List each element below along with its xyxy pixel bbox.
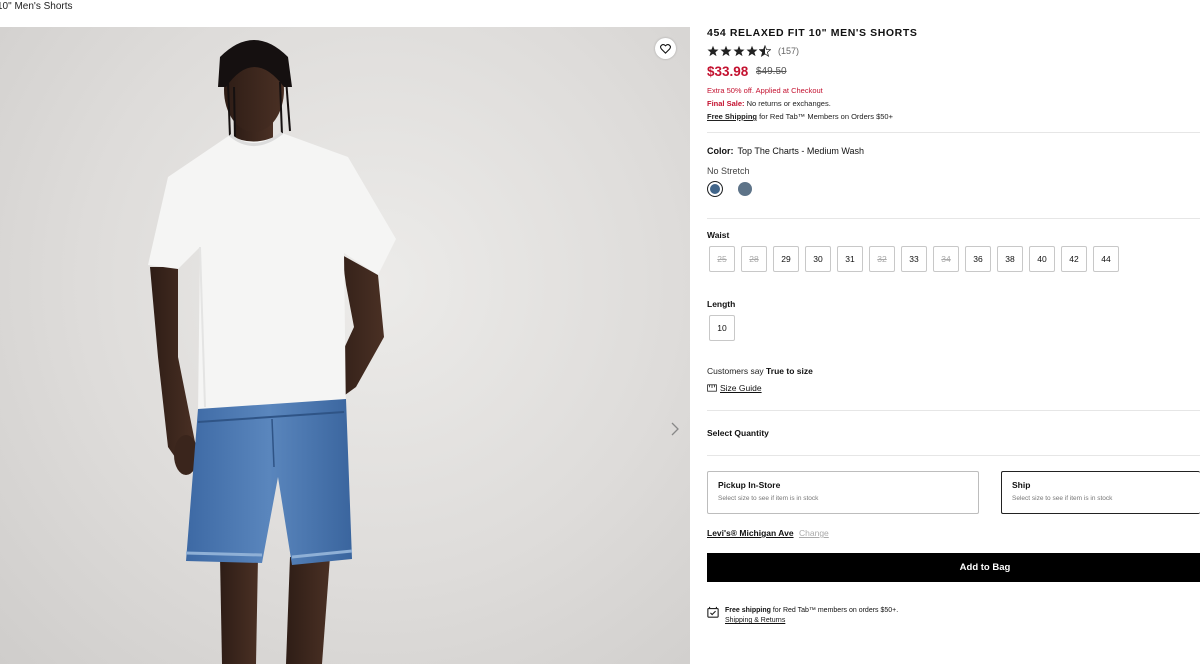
model-photo [148,40,396,664]
color-swatch-alt[interactable] [738,182,752,196]
final-sale-text: No returns or exchanges. [744,99,831,108]
star-icon [746,45,758,57]
original-price: $49.50 [756,66,787,77]
waist-option-28[interactable]: 28 [741,246,767,272]
sale-price: $33.98 [707,64,749,79]
free-shipping-text: for Red Tab™ Members on Orders $50+ [757,112,893,121]
waist-option-29[interactable]: 29 [773,246,799,272]
length-label: Length [707,299,736,309]
shipping-info-rest: for Red Tab™ members on orders $50+. [770,607,899,614]
ship-subtitle: Select size to see if item is in stock [1012,495,1113,502]
waist-option-31[interactable]: 31 [837,246,863,272]
free-shipping-note: Free Shipping for Red Tab™ Members on Or… [707,112,893,121]
ruler-icon [707,384,717,392]
product-image [0,27,690,664]
waist-option-44[interactable]: 44 [1093,246,1119,272]
half-star-icon [759,45,771,57]
divider [707,410,1200,411]
color-value: Top The Charts - Medium Wash [737,146,865,156]
star-icon [707,45,719,57]
waist-option-30[interactable]: 30 [805,246,831,272]
divider [707,132,1200,133]
ship-option[interactable]: Ship Select size to see if item is in st… [1001,471,1200,514]
waist-option-38[interactable]: 38 [997,246,1023,272]
shipping-info-bold: Free shipping [725,607,771,614]
color-selection: Color: Top The Charts - Medium Wash [707,146,864,156]
chevron-right-icon[interactable] [668,419,682,439]
divider [707,218,1200,219]
divider [707,455,1200,456]
stretch-label: No Stretch [707,166,750,176]
waist-label: Waist [707,230,730,240]
select-quantity[interactable]: Select Quantity [707,428,769,438]
waist-option-33[interactable]: 33 [901,246,927,272]
waist-option-34[interactable]: 34 [933,246,959,272]
fit-feedback: Customers say True to size [707,366,813,376]
change-store-link[interactable]: Change [799,528,829,538]
waist-option-40[interactable]: 40 [1029,246,1055,272]
store-name[interactable]: Levi's® Michigan Ave [707,528,794,538]
star-icon [720,45,732,57]
color-swatch-medium-wash[interactable] [707,181,723,197]
heart-icon [660,43,671,54]
size-guide-link[interactable]: Size Guide [707,383,762,393]
review-count[interactable]: (157) [778,46,799,56]
shipping-info: Free shipping for Red Tab™ members on or… [707,606,898,626]
pickup-in-store-option[interactable]: Pickup In-Store Select size to see if it… [707,471,979,514]
final-sale-label: Final Sale: [707,99,745,108]
final-sale-note: Final Sale: No returns or exchanges. [707,99,831,108]
promo-text: Extra 50% off. Applied at Checkout [707,86,823,95]
rating[interactable]: (157) [707,45,799,57]
star-icon [733,45,745,57]
waist-option-25[interactable]: 25 [709,246,735,272]
shipping-box-icon [707,606,719,618]
fit-value: True to size [766,366,813,376]
ship-title: Ship [1012,480,1031,490]
waist-options: 25 28 29 30 31 32 33 34 36 38 40 42 44 [709,246,1119,272]
waist-option-32[interactable]: 32 [869,246,895,272]
pickup-subtitle: Select size to see if item is in stock [718,495,819,502]
size-guide-label: Size Guide [720,383,762,393]
product-title: 454 RELAXED FIT 10" MEN'S SHORTS [707,27,918,39]
product-details: 454 RELAXED FIT 10" MEN'S SHORTS (157) $… [707,0,1200,664]
length-option-10[interactable]: 10 [709,315,735,341]
breadcrumb[interactable]: 10" Men's Shorts [0,1,73,12]
favorite-button[interactable] [655,38,676,59]
add-to-bag-button[interactable]: Add to Bag [707,553,1200,582]
fit-prefix: Customers say [707,366,767,376]
color-label: Color: [707,146,734,156]
free-shipping-link[interactable]: Free Shipping [707,112,757,121]
shipping-info-text: Free shipping for Red Tab™ members on or… [725,606,898,616]
waist-option-36[interactable]: 36 [965,246,991,272]
waist-option-42[interactable]: 42 [1061,246,1087,272]
shipping-returns-link[interactable]: Shipping & Returns [725,616,898,626]
pickup-title: Pickup In-Store [718,480,781,490]
